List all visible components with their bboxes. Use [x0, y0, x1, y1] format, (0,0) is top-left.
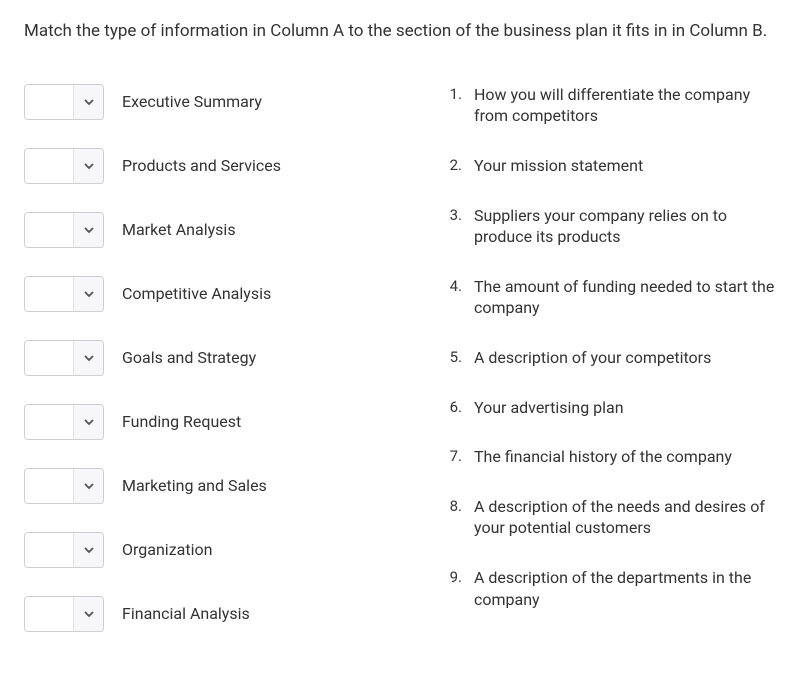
column-a-item-label: Marketing and Sales: [122, 476, 267, 495]
match-select-marketing-sales[interactable]: [24, 468, 104, 504]
select-value: [25, 533, 73, 567]
definition-row: 1. How you will differentiate the compan…: [444, 84, 776, 127]
match-row: Market Analysis: [24, 212, 404, 248]
definition-text: Your mission statement: [474, 155, 643, 177]
match-row: Marketing and Sales: [24, 468, 404, 504]
select-value: [25, 277, 73, 311]
select-value: [25, 85, 73, 119]
chevron-down-icon: [73, 405, 103, 439]
column-a-item-label: Financial Analysis: [122, 604, 250, 623]
chevron-down-icon: [73, 597, 103, 631]
definition-number: 7.: [444, 446, 462, 468]
match-select-funding-request[interactable]: [24, 404, 104, 440]
select-value: [25, 149, 73, 183]
match-select-competitive-analysis[interactable]: [24, 276, 104, 312]
column-a-item-label: Goals and Strategy: [122, 348, 256, 367]
match-row: Products and Services: [24, 148, 404, 184]
definition-row: 3. Suppliers your company relies on to p…: [444, 205, 776, 248]
match-select-financial-analysis[interactable]: [24, 596, 104, 632]
question-instructions: Match the type of information in Column …: [24, 20, 776, 44]
column-a-item-label: Funding Request: [122, 412, 241, 431]
select-value: [25, 341, 73, 375]
definition-row: 2. Your mission statement: [444, 155, 776, 177]
chevron-down-icon: [73, 533, 103, 567]
chevron-down-icon: [73, 149, 103, 183]
select-value: [25, 597, 73, 631]
definition-number: 8.: [444, 496, 462, 539]
match-row: Financial Analysis: [24, 596, 404, 632]
definition-text: A description of the departments in the …: [474, 567, 776, 610]
columns-wrapper: Executive Summary Products and Services …: [24, 84, 776, 660]
match-row: Goals and Strategy: [24, 340, 404, 376]
definition-row: 8. A description of the needs and desire…: [444, 496, 776, 539]
column-a-item-label: Competitive Analysis: [122, 284, 271, 303]
match-select-market-analysis[interactable]: [24, 212, 104, 248]
match-row: Organization: [24, 532, 404, 568]
definition-text: Suppliers your company relies on to prod…: [474, 205, 776, 248]
match-row: Executive Summary: [24, 84, 404, 120]
match-row: Funding Request: [24, 404, 404, 440]
column-a-item-label: Organization: [122, 540, 212, 559]
match-row: Competitive Analysis: [24, 276, 404, 312]
chevron-down-icon: [73, 469, 103, 503]
definition-number: 5.: [444, 347, 462, 369]
match-select-products-services[interactable]: [24, 148, 104, 184]
match-select-organization[interactable]: [24, 532, 104, 568]
select-value: [25, 469, 73, 503]
definition-row: 4. The amount of funding needed to start…: [444, 276, 776, 319]
column-a-item-label: Executive Summary: [122, 92, 262, 111]
definition-text: A description of your competitors: [474, 347, 711, 369]
definition-number: 6.: [444, 397, 462, 419]
column-a-item-label: Market Analysis: [122, 220, 236, 239]
column-a-item-label: Products and Services: [122, 156, 281, 175]
chevron-down-icon: [73, 213, 103, 247]
definition-text: Your advertising plan: [474, 397, 624, 419]
definition-row: 9. A description of the departments in t…: [444, 567, 776, 610]
select-value: [25, 405, 73, 439]
definition-text: The amount of funding needed to start th…: [474, 276, 776, 319]
definition-text: How you will differentiate the company f…: [474, 84, 776, 127]
definition-number: 9.: [444, 567, 462, 610]
match-select-goals-strategy[interactable]: [24, 340, 104, 376]
definition-row: 7. The financial history of the company: [444, 446, 776, 468]
match-select-executive-summary[interactable]: [24, 84, 104, 120]
definition-number: 4.: [444, 276, 462, 319]
definition-text: The financial history of the company: [474, 446, 732, 468]
definition-number: 1.: [444, 84, 462, 127]
definition-row: 5. A description of your competitors: [444, 347, 776, 369]
definition-text: A description of the needs and desires o…: [474, 496, 776, 539]
select-value: [25, 213, 73, 247]
column-b: 1. How you will differentiate the compan…: [444, 84, 776, 660]
definition-row: 6. Your advertising plan: [444, 397, 776, 419]
definition-number: 2.: [444, 155, 462, 177]
chevron-down-icon: [73, 85, 103, 119]
chevron-down-icon: [73, 277, 103, 311]
definition-number: 3.: [444, 205, 462, 248]
column-a: Executive Summary Products and Services …: [24, 84, 404, 660]
chevron-down-icon: [73, 341, 103, 375]
